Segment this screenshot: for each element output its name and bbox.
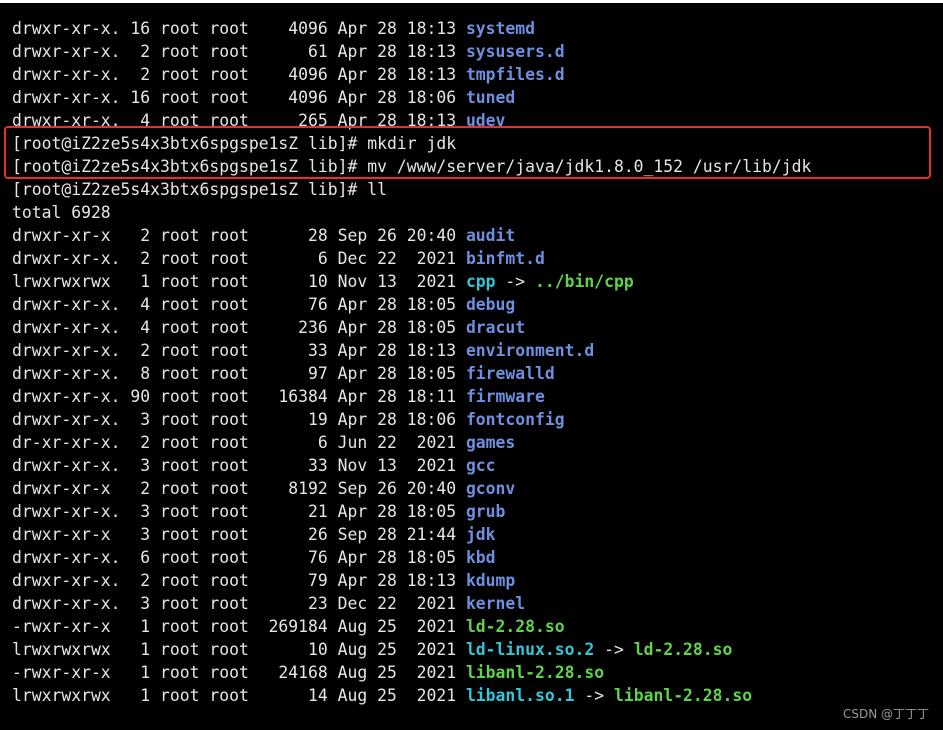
- entry-name: debug: [465, 295, 516, 314]
- entry-name: jdk: [465, 525, 496, 544]
- entry-name: binfmt.d: [465, 249, 545, 268]
- entry-meta: drwxr-xr-x 2 root root 28 Sep 26 20:40: [12, 226, 466, 245]
- listing-entry: drwxr-xr-x. 2 root root 6 Dec 22 2021 bi…: [12, 247, 811, 270]
- link-target: ld-2.28.so: [633, 640, 733, 659]
- entry-name: fontconfig: [465, 410, 565, 429]
- entry-meta: drwxr-xr-x. 16 root root 4096 Apr 28 18:…: [12, 19, 466, 38]
- entry-meta: drwxr-xr-x. 3 root root 33 Nov 13 2021: [12, 456, 466, 475]
- entry-meta: -rwxr-xr-x 1 root root 24168 Aug 25 2021: [12, 663, 466, 682]
- entry-meta: drwxr-xr-x. 8 root root 97 Apr 28 18:05: [12, 364, 466, 383]
- entry-meta: -rwxr-xr-x 1 root root 269184 Aug 25 202…: [12, 617, 466, 636]
- listing-entry: lrwxrwxrwx 1 root root 14 Aug 25 2021 li…: [12, 684, 811, 707]
- listing-entry: drwxr-xr-x. 3 root root 21 Apr 28 18:05 …: [12, 500, 811, 523]
- entry-name: libanl-2.28.so: [465, 663, 605, 682]
- entry-name: firewalld: [465, 364, 555, 383]
- entry-name: dracut: [465, 318, 526, 337]
- listing-entry: drwxr-xr-x 2 root root 28 Sep 26 20:40 a…: [12, 224, 811, 247]
- entry-name: tmpfiles.d: [465, 65, 565, 84]
- entry-meta: drwxr-xr-x. 2 root root 4096 Apr 28 18:1…: [12, 65, 466, 84]
- watermark: CSDN @丁丁丁: [842, 707, 929, 721]
- entry-meta: drwxr-xr-x. 2 root root 33 Apr 28 18:13: [12, 341, 466, 360]
- highlight-box: [4, 126, 931, 179]
- entry-meta: drwxr-xr-x. 3 root root 21 Apr 28 18:05: [12, 502, 466, 521]
- entry-meta: drwxr-xr-x 2 root root 8192 Sep 26 20:40: [12, 479, 466, 498]
- listing-entry: dr-xr-xr-x. 2 root root 6 Jun 22 2021 ga…: [12, 431, 811, 454]
- entry-meta: drwxr-xr-x. 2 root root 61 Apr 28 18:13: [12, 42, 466, 61]
- listing-entry: drwxr-xr-x. 6 root root 76 Apr 28 18:05 …: [12, 546, 811, 569]
- link-target: libanl-2.28.so: [613, 686, 753, 705]
- entry-meta: drwxr-xr-x. 3 root root 19 Apr 28 18:06: [12, 410, 466, 429]
- listing-entry: drwxr-xr-x. 16 root root 4096 Apr 28 18:…: [12, 17, 811, 40]
- listing-after: drwxr-xr-x 2 root root 28 Sep 26 20:40 a…: [12, 224, 811, 707]
- listing-entry: drwxr-xr-x. 4 root root 76 Apr 28 18:05 …: [12, 293, 811, 316]
- entry-name: games: [465, 433, 516, 452]
- entry-meta: drwxr-xr-x. 2 root root 6 Dec 22 2021: [12, 249, 466, 268]
- entry-meta: lrwxrwxrwx 1 root root 10 Aug 25 2021: [12, 640, 466, 659]
- listing-entry: drwxr-xr-x. 3 root root 19 Apr 28 18:06 …: [12, 408, 811, 431]
- entry-name: gcc: [465, 456, 496, 475]
- entry-meta: drwxr-xr-x. 90 root root 16384 Apr 28 18…: [12, 387, 466, 406]
- listing-entry: -rwxr-xr-x 1 root root 24168 Aug 25 2021…: [12, 661, 811, 684]
- listing-before: drwxr-xr-x. 16 root root 4096 Apr 28 18:…: [12, 17, 811, 132]
- link-arrow: ->: [574, 686, 614, 705]
- entry-meta: lrwxrwxrwx 1 root root 10 Nov 13 2021: [12, 272, 466, 291]
- entry-name: sysusers.d: [465, 42, 565, 61]
- entry-meta: drwxr-xr-x. 2 root root 79 Apr 28 18:13: [12, 571, 466, 590]
- entry-meta: drwxr-xr-x. 4 root root 76 Apr 28 18:05: [12, 295, 466, 314]
- terminal-window[interactable]: drwxr-xr-x. 16 root root 4096 Apr 28 18:…: [0, 3, 943, 730]
- entry-name: kbd: [465, 548, 496, 567]
- total-line: total 6928: [12, 203, 111, 222]
- listing-entry: drwxr-xr-x. 3 root root 33 Nov 13 2021 g…: [12, 454, 811, 477]
- listing-entry: drwxr-xr-x. 4 root root 236 Apr 28 18:05…: [12, 316, 811, 339]
- listing-entry: drwxr-xr-x 3 root root 26 Sep 28 21:44 j…: [12, 523, 811, 546]
- entry-meta: lrwxrwxrwx 1 root root 14 Aug 25 2021: [12, 686, 466, 705]
- listing-entry: drwxr-xr-x. 2 root root 4096 Apr 28 18:1…: [12, 63, 811, 86]
- command-line-ll: [root@iZ2ze5s4x3btx6spgspe1sZ lib]# ll: [12, 180, 387, 199]
- listing-entry: drwxr-xr-x 2 root root 8192 Sep 26 20:40…: [12, 477, 811, 500]
- entry-meta: drwxr-xr-x. 4 root root 236 Apr 28 18:05: [12, 318, 466, 337]
- listing-entry: drwxr-xr-x. 16 root root 4096 Apr 28 18:…: [12, 86, 811, 109]
- link-arrow: ->: [495, 272, 536, 291]
- entry-name: environment.d: [465, 341, 595, 360]
- listing-entry: -rwxr-xr-x 1 root root 269184 Aug 25 202…: [12, 615, 811, 638]
- terminal-output: drwxr-xr-x. 16 root root 4096 Apr 28 18:…: [12, 17, 811, 707]
- entry-meta: drwxr-xr-x. 16 root root 4096 Apr 28 18:…: [12, 88, 466, 107]
- listing-entry: drwxr-xr-x. 8 root root 97 Apr 28 18:05 …: [12, 362, 811, 385]
- entry-name: kdump: [465, 571, 516, 590]
- listing-entry: lrwxrwxrwx 1 root root 10 Nov 13 2021 cp…: [12, 270, 811, 293]
- entry-meta: drwxr-xr-x 3 root root 26 Sep 28 21:44: [12, 525, 466, 544]
- entry-name: cpp: [465, 272, 496, 291]
- entry-name: systemd: [465, 19, 536, 38]
- entry-meta: dr-xr-xr-x. 2 root root 6 Jun 22 2021: [12, 433, 466, 452]
- entry-name: kernel: [465, 594, 526, 613]
- entry-name: audit: [465, 226, 516, 245]
- listing-entry: drwxr-xr-x. 3 root root 23 Dec 22 2021 k…: [12, 592, 811, 615]
- entry-name: gconv: [465, 479, 516, 498]
- listing-entry: drwxr-xr-x. 90 root root 16384 Apr 28 18…: [12, 385, 811, 408]
- entry-name: tuned: [465, 88, 516, 107]
- entry-meta: drwxr-xr-x. 3 root root 23 Dec 22 2021: [12, 594, 466, 613]
- entry-name: grub: [465, 502, 506, 521]
- entry-name: libanl.so.1: [465, 686, 575, 705]
- link-arrow: ->: [594, 640, 634, 659]
- link-target: ../bin/cpp: [535, 272, 634, 291]
- listing-entry: drwxr-xr-x. 2 root root 61 Apr 28 18:13 …: [12, 40, 811, 63]
- listing-entry: lrwxrwxrwx 1 root root 10 Aug 25 2021 ld…: [12, 638, 811, 661]
- entry-name: ld-linux.so.2: [465, 640, 595, 659]
- listing-entry: drwxr-xr-x. 2 root root 33 Apr 28 18:13 …: [12, 339, 811, 362]
- listing-entry: drwxr-xr-x. 2 root root 79 Apr 28 18:13 …: [12, 569, 811, 592]
- entry-meta: drwxr-xr-x. 6 root root 76 Apr 28 18:05: [12, 548, 466, 567]
- entry-name: firmware: [465, 387, 545, 406]
- entry-name: ld-2.28.so: [465, 617, 565, 636]
